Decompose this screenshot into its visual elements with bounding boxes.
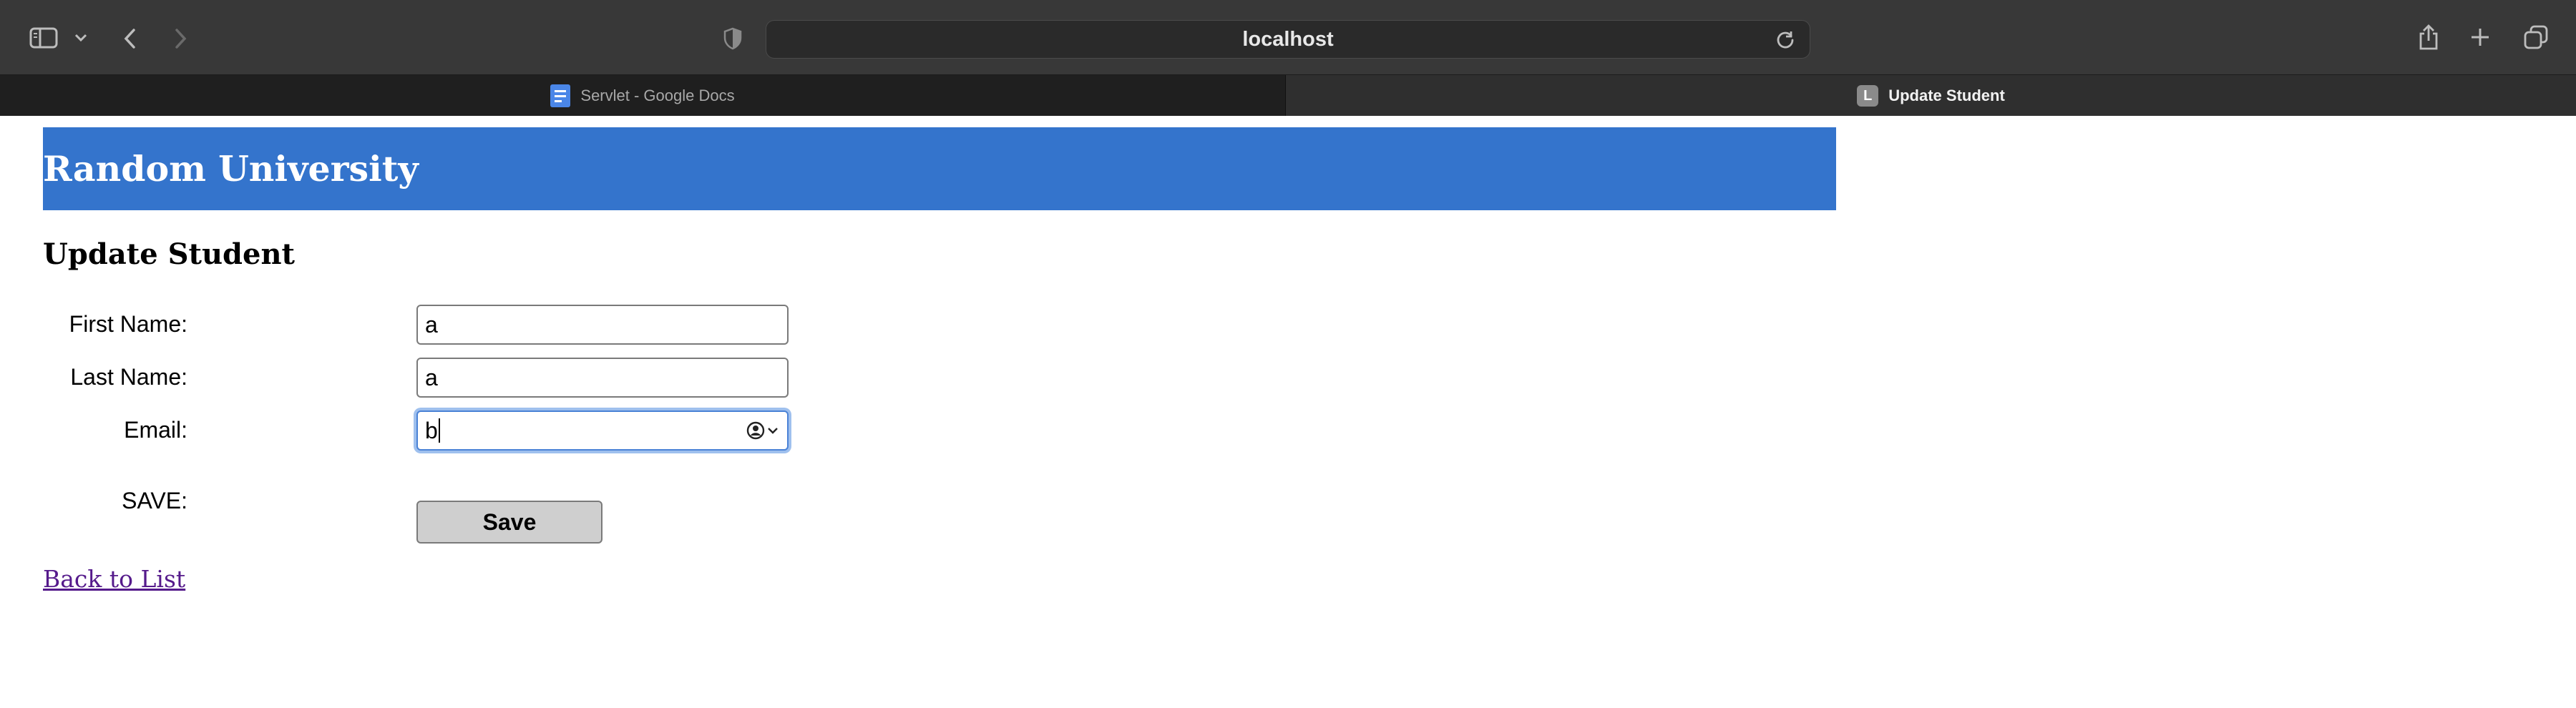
site-header: Random University	[43, 127, 1836, 210]
page-content: Random University Update Student First N…	[0, 116, 2576, 708]
email-label: Email:	[124, 417, 187, 443]
sidebar-toggle-icon[interactable]	[27, 24, 60, 52]
last-name-value: a	[425, 364, 438, 390]
url-text: localhost	[1242, 27, 1334, 51]
new-tab-plus-icon[interactable]	[2466, 23, 2494, 51]
email-value: b	[425, 417, 438, 443]
text-cursor	[438, 418, 440, 443]
google-docs-icon	[550, 84, 571, 107]
last-name-label: Last Name:	[70, 364, 187, 390]
site-letter-icon: L	[1857, 85, 1879, 107]
save-label: SAVE:	[122, 488, 187, 513]
share-icon[interactable]	[2414, 21, 2443, 53]
save-button[interactable]: Save	[416, 501, 602, 544]
privacy-shield-icon[interactable]	[720, 26, 746, 51]
page-title: Update Student	[43, 237, 296, 271]
tab-servlet-google-docs[interactable]: Servlet - Google Docs	[0, 75, 1286, 117]
tab-strip: Servlet - Google Docs L Update Student	[0, 74, 2576, 117]
tab-title: Update Student	[1888, 87, 2005, 104]
reload-icon[interactable]	[1775, 29, 1795, 49]
last-name-field[interactable]: a	[416, 358, 789, 398]
contact-autofill-icon[interactable]	[746, 421, 779, 441]
forward-arrow-icon[interactable]	[167, 24, 193, 53]
email-field[interactable]: b	[416, 410, 789, 451]
tab-update-student[interactable]: L Update Student	[1286, 75, 2576, 117]
address-bar[interactable]: localhost	[766, 20, 1810, 59]
tab-overview-icon[interactable]	[2522, 23, 2550, 51]
back-arrow-icon[interactable]	[117, 24, 143, 53]
tab-title: Servlet - Google Docs	[580, 87, 735, 104]
chevron-down-icon[interactable]	[72, 29, 90, 47]
browser-toolbar: localhost	[0, 0, 2576, 74]
back-to-list-link[interactable]: Back to List	[43, 565, 185, 593]
first-name-value: a	[425, 311, 438, 338]
site-title: Random University	[43, 148, 419, 190]
first-name-field[interactable]: a	[416, 305, 789, 345]
first-name-label: First Name:	[69, 311, 187, 337]
